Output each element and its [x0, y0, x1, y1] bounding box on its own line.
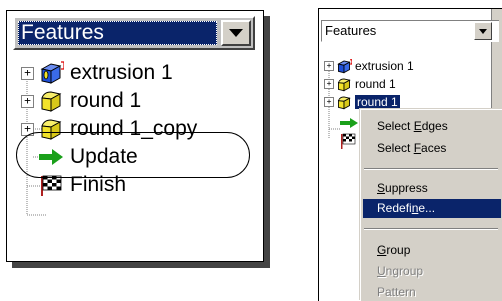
tree-item-label: extrusion 1: [355, 59, 414, 73]
round-feature-icon: [38, 117, 64, 141]
tree-item-label-selected: round 1: [355, 95, 400, 109]
chevron-down-icon: [479, 29, 487, 34]
dropdown-button[interactable]: [474, 22, 492, 40]
tree-item[interactable]: + round 1: [21, 87, 141, 115]
extrusion-icon: [336, 58, 353, 74]
finish-flag-icon: [341, 133, 356, 149]
expand-toggle[interactable]: +: [21, 94, 34, 108]
tree-item-label: Update: [70, 145, 138, 168]
expand-toggle[interactable]: +: [324, 61, 334, 71]
tree-item[interactable]: + round 1: [324, 75, 396, 93]
expand-toggle[interactable]: +: [21, 122, 34, 136]
expand-toggle[interactable]: +: [324, 97, 334, 107]
menu-separator: [364, 228, 498, 230]
update-arrow-icon: [38, 145, 64, 169]
expand-toggle[interactable]: +: [324, 79, 334, 89]
tree-item-label: Finish: [70, 173, 127, 196]
menu-item-select-edges[interactable]: Select Edges: [363, 117, 501, 136]
context-menu: Select Edges Select Faces Suppress Redef…: [360, 109, 502, 301]
menu-item-pattern[interactable]: Pattern: [363, 283, 501, 301]
finish-flag-icon: [38, 173, 64, 197]
feature-tree-panel-zoomed: Features + extrusion 1 + round 1 + round…: [6, 10, 264, 262]
tree-item-label: round 1_copy: [70, 117, 198, 140]
round-feature-icon: [336, 77, 352, 92]
menu-item-group[interactable]: Group: [363, 241, 501, 260]
expand-toggle[interactable]: +: [21, 66, 34, 80]
menu-item-redefine[interactable]: Redefine...: [363, 199, 501, 218]
round-feature-icon: [336, 95, 352, 110]
tree-item-label: round 1: [70, 89, 142, 112]
tree-item-label: extrusion 1: [70, 61, 173, 84]
tree-item[interactable]: + extrusion 1: [324, 57, 414, 75]
tree-item[interactable]: + extrusion 1: [21, 59, 173, 87]
round-feature-icon: [38, 89, 64, 113]
menu-item-ungroup[interactable]: Ungroup: [363, 262, 501, 281]
tree-item[interactable]: Finish: [21, 171, 126, 199]
extrusion-icon: [38, 61, 65, 85]
tree-item[interactable]: Update: [21, 143, 138, 171]
menu-item-select-faces[interactable]: Select Faces: [363, 139, 501, 158]
menu-separator: [364, 168, 498, 170]
tree-item[interactable]: + round 1_copy: [21, 115, 197, 143]
menu-item-suppress[interactable]: Suppress: [363, 179, 501, 198]
tree-item-label: round 1: [355, 77, 396, 91]
